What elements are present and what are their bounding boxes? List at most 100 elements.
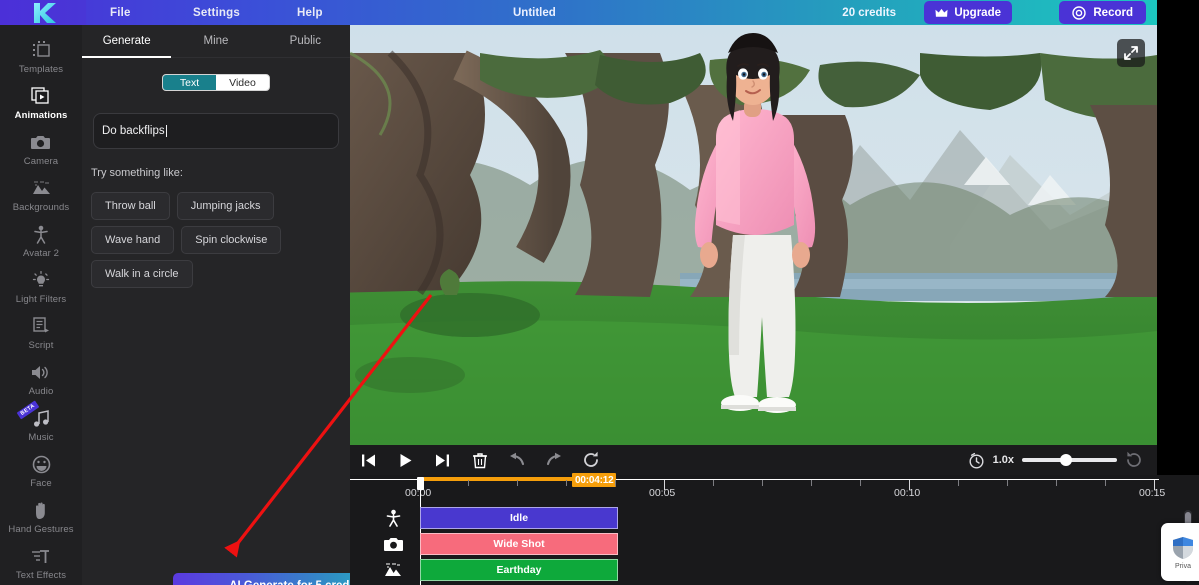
expand-fullscreen-button[interactable] [1117, 39, 1145, 67]
sidebar-item-label: Camera [23, 156, 59, 167]
preview-viewport[interactable] [350, 25, 1157, 445]
ruler-label: 00:10 [894, 487, 921, 499]
track-row[interactable]: Idle [420, 507, 1199, 533]
record-button[interactable]: Record [1059, 1, 1146, 24]
clip-wide-shot[interactable]: Wide Shot [420, 533, 618, 555]
sidebar-item-label: Music [28, 432, 54, 443]
sidebar-item-audio[interactable]: Audio [0, 361, 82, 407]
backgrounds-icon[interactable] [372, 557, 414, 583]
sidebar-item-hand-gestures[interactable]: Hand Gestures [0, 499, 82, 545]
sidebar-item-animations[interactable]: Animations [0, 85, 82, 131]
sidebar-item-label: Light Filters [15, 294, 67, 305]
selection-range-bar[interactable] [420, 477, 585, 481]
ruler-tick [713, 480, 714, 486]
track-row[interactable]: Earthday [420, 559, 1199, 585]
templates-icon [32, 39, 51, 61]
ruler-label: 00:15 [1139, 487, 1166, 499]
upgrade-button[interactable]: Upgrade [924, 1, 1012, 24]
light-filters-icon [32, 269, 50, 291]
sidebar-item-label: Templates [18, 64, 64, 75]
prompt-input[interactable]: Do backflips [93, 113, 339, 149]
text-caret [165, 125, 167, 137]
track-icon-column [372, 505, 414, 583]
sidebar-item-face[interactable]: Face [0, 453, 82, 499]
tab-mine[interactable]: Mine [171, 25, 260, 57]
loop-icon [583, 451, 598, 467]
sidebar-item-templates[interactable]: Templates [0, 39, 82, 85]
sidebar-item-text-effects[interactable]: Text Effects [0, 545, 82, 585]
segment-video[interactable]: Video [216, 75, 269, 90]
skip-to-start-button[interactable] [350, 445, 387, 475]
suggestion-chip[interactable]: Throw ball [91, 192, 170, 220]
menu-file[interactable]: File [110, 7, 131, 19]
camera-icon[interactable] [372, 531, 414, 557]
scene-render [350, 25, 1157, 445]
avatar-icon [33, 223, 49, 245]
undo-icon [509, 452, 524, 466]
speed-slider[interactable] [1022, 454, 1117, 466]
camera-icon [31, 131, 51, 153]
hand-icon [33, 499, 49, 521]
timeline-ruler[interactable]: 00:04:12 00:00 00:05 00:10 00:15 [350, 473, 1199, 503]
track-row[interactable]: Wide Shot [420, 533, 1199, 559]
script-icon [32, 315, 51, 337]
play-icon [400, 453, 412, 467]
k-logo-icon [34, 3, 56, 23]
loop-button[interactable] [572, 445, 609, 475]
speed-control: 1.0x [968, 445, 1143, 475]
suggestion-chip[interactable]: Wave hand [91, 226, 175, 254]
segment-text[interactable]: Text [163, 75, 216, 90]
ruler-tick [958, 480, 959, 486]
ruler-tick [1007, 480, 1008, 486]
sidebar-item-label: Avatar 2 [22, 248, 59, 259]
right-edge-padding [1157, 25, 1199, 475]
speed-clock-icon[interactable] [968, 452, 985, 469]
delete-button[interactable] [461, 445, 498, 475]
clip-earthday[interactable]: Earthday [420, 559, 618, 581]
timeline-tracks: Idle Wide Shot Earthday [420, 507, 1199, 585]
sidebar-item-script[interactable]: Script [0, 315, 82, 361]
body-animation-icon[interactable] [372, 505, 414, 531]
privacy-widget[interactable]: Priva [1161, 523, 1199, 581]
suggestion-chip[interactable]: Spin clockwise [181, 226, 282, 254]
ruler-tick [762, 480, 763, 486]
sidebar-item-backgrounds[interactable]: Backgrounds [0, 177, 82, 223]
animations-icon [31, 85, 51, 107]
menu-settings[interactable]: Settings [193, 7, 240, 19]
skip-start-icon [362, 454, 375, 466]
app-logo[interactable] [0, 0, 86, 25]
tab-generate[interactable]: Generate [82, 25, 172, 58]
undo-button[interactable] [498, 445, 535, 475]
reset-icon[interactable] [1125, 451, 1143, 469]
sidebar-item-camera[interactable]: Camera [0, 131, 82, 177]
expand-fullscreen-icon [1124, 46, 1138, 60]
sidebar-item-label: Hand Gestures [8, 524, 74, 535]
generate-panel: Generate Mine Public Text Video Do backf… [82, 25, 419, 585]
skip-to-end-button[interactable] [424, 445, 461, 475]
app-root: File Settings Help Untitled 20 credits U… [0, 0, 1199, 585]
crown-icon [935, 8, 948, 17]
document-title[interactable]: Untitled [513, 7, 556, 19]
ruler-tick [860, 480, 861, 486]
menu-help[interactable]: Help [297, 7, 323, 19]
tab-public[interactable]: Public [261, 25, 350, 57]
redo-icon [546, 452, 561, 466]
speed-slider-knob[interactable] [1060, 454, 1072, 466]
trash-icon [472, 452, 487, 468]
panel-tabs: Generate Mine Public [82, 25, 350, 58]
suggestion-chip[interactable]: Jumping jacks [176, 192, 275, 220]
privacy-label: Priva [1175, 562, 1191, 570]
redo-button[interactable] [535, 445, 572, 475]
record-label: Record [1093, 6, 1133, 19]
suggestion-chip[interactable]: Walk in a circle [91, 260, 193, 288]
clip-idle[interactable]: Idle [420, 507, 618, 529]
audio-icon [31, 361, 51, 383]
sidebar-item-music[interactable]: BETA Music [0, 400, 82, 453]
sidebar-item-light-filters[interactable]: Light Filters [0, 269, 82, 315]
transport-bar: 1.0x [350, 445, 1157, 475]
ruler-tick [517, 480, 518, 486]
sidebar-item-avatar[interactable]: Avatar 2 [0, 223, 82, 269]
sidebar-item-label: Text Effects [15, 570, 67, 581]
sidebar-item-label: Animations [14, 110, 68, 121]
play-button[interactable] [387, 445, 424, 475]
